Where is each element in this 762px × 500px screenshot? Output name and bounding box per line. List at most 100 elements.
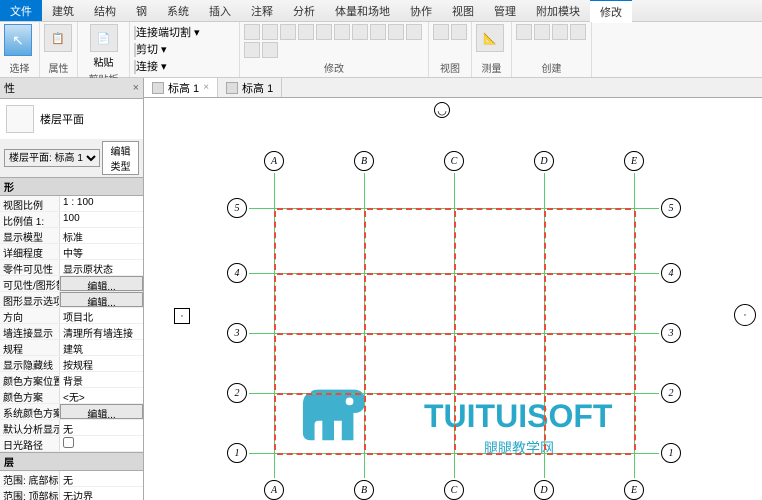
- rotate-icon[interactable]: [334, 24, 350, 40]
- prop-value[interactable]: 编辑...: [60, 276, 143, 291]
- tab-steel[interactable]: 钢: [126, 0, 157, 22]
- model-line-horizontal[interactable]: [277, 208, 361, 210]
- model-line-horizontal[interactable]: [367, 393, 451, 395]
- tab-addins[interactable]: 附加模块: [526, 0, 590, 22]
- grid-bubble-top[interactable]: B: [354, 151, 374, 171]
- instance-selector[interactable]: 楼层平面: 标高 1: [4, 149, 100, 167]
- create-icon1[interactable]: [516, 24, 532, 40]
- model-line-horizontal[interactable]: [457, 273, 541, 275]
- model-line-horizontal[interactable]: [367, 273, 451, 275]
- mirror-icon[interactable]: [280, 24, 296, 40]
- pin-icon[interactable]: [244, 42, 260, 58]
- file-menu[interactable]: 文件: [0, 0, 42, 21]
- model-line-horizontal[interactable]: [277, 273, 361, 275]
- model-line-vertical[interactable]: [274, 396, 276, 450]
- grid-bubble-bottom[interactable]: D: [534, 480, 554, 500]
- close-tab-icon[interactable]: ×: [203, 82, 209, 93]
- model-line-horizontal[interactable]: [457, 453, 541, 455]
- grid-bubble-left[interactable]: 3: [227, 323, 247, 343]
- grid-bubble-bottom[interactable]: A: [264, 480, 284, 500]
- grid-bubble-top[interactable]: E: [624, 151, 644, 171]
- tab-view[interactable]: 视图: [442, 0, 484, 22]
- join-button[interactable]: 连接 ▾: [134, 58, 235, 74]
- model-line-horizontal[interactable]: [547, 208, 631, 210]
- elevation-marker-north[interactable]: ◡: [434, 102, 450, 118]
- model-line-vertical[interactable]: [634, 336, 636, 390]
- array-icon[interactable]: [388, 24, 404, 40]
- model-line-vertical[interactable]: [364, 396, 366, 450]
- delete-icon[interactable]: [262, 42, 278, 58]
- prop-value[interactable]: 1 : 100: [60, 196, 143, 211]
- model-line-horizontal[interactable]: [277, 333, 361, 335]
- measure-icon[interactable]: 📐: [476, 24, 504, 52]
- model-line-horizontal[interactable]: [547, 393, 631, 395]
- prop-value[interactable]: 100: [60, 212, 143, 227]
- cope-button[interactable]: 连接端切割 ▾: [134, 24, 235, 40]
- tab-manage[interactable]: 管理: [484, 0, 526, 22]
- model-line-vertical[interactable]: [364, 336, 366, 390]
- grid-bubble-right[interactable]: 1: [661, 443, 681, 463]
- tab-architecture[interactable]: 建筑: [42, 0, 84, 22]
- type-selector-row[interactable]: 楼层平面: [0, 99, 143, 139]
- model-line-vertical[interactable]: [454, 211, 456, 270]
- model-line-vertical[interactable]: [544, 336, 546, 390]
- prop-value[interactable]: 项目北: [60, 308, 143, 323]
- prop-value[interactable]: 无: [60, 420, 143, 435]
- prop-value[interactable]: [60, 436, 143, 451]
- grid-bubble-bottom[interactable]: B: [354, 480, 374, 500]
- align-icon[interactable]: [244, 24, 260, 40]
- panel-close-icon[interactable]: ×: [133, 82, 139, 94]
- view-icon2[interactable]: [451, 24, 467, 40]
- grid-bubble-left[interactable]: 4: [227, 263, 247, 283]
- prop-section-header[interactable]: 形: [0, 177, 143, 196]
- tab-systems[interactable]: 系统: [157, 0, 199, 22]
- tab-analyze[interactable]: 分析: [283, 0, 325, 22]
- prop-value[interactable]: 清理所有墙连接: [60, 324, 143, 339]
- model-line-vertical[interactable]: [544, 211, 546, 270]
- create-icon3[interactable]: [552, 24, 568, 40]
- grid-bubble-top[interactable]: A: [264, 151, 284, 171]
- model-line-horizontal[interactable]: [277, 453, 361, 455]
- prop-value[interactable]: 背景: [60, 372, 143, 387]
- doc-tab-1[interactable]: 标高 1 ×: [144, 78, 218, 97]
- model-line-horizontal[interactable]: [367, 208, 451, 210]
- prop-value[interactable]: 无: [60, 471, 143, 486]
- grid-bubble-left[interactable]: 2: [227, 383, 247, 403]
- model-line-vertical[interactable]: [454, 336, 456, 390]
- model-line-horizontal[interactable]: [457, 333, 541, 335]
- model-line-vertical[interactable]: [634, 396, 636, 450]
- modify-tool-icon[interactable]: ↖: [4, 24, 32, 56]
- model-line-horizontal[interactable]: [367, 453, 451, 455]
- view-icon1[interactable]: [433, 24, 449, 40]
- tab-modify[interactable]: 修改: [590, 0, 632, 23]
- grid-bubble-bottom[interactable]: C: [444, 480, 464, 500]
- model-line-horizontal[interactable]: [277, 393, 361, 395]
- model-line-horizontal[interactable]: [457, 393, 541, 395]
- prop-value[interactable]: 编辑...: [60, 404, 143, 419]
- prop-value[interactable]: 标准: [60, 228, 143, 243]
- grid-bubble-top[interactable]: D: [534, 151, 554, 171]
- model-line-horizontal[interactable]: [547, 273, 631, 275]
- drawing-canvas[interactable]: ◡ · · TUITUISOFT 腿腿教学网 AABBCCDDEE5544332…: [144, 98, 762, 500]
- model-line-vertical[interactable]: [634, 211, 636, 270]
- scale-icon[interactable]: [406, 24, 422, 40]
- elevation-marker-west[interactable]: ·: [174, 308, 190, 324]
- model-line-vertical[interactable]: [454, 396, 456, 450]
- prop-value[interactable]: 建筑: [60, 340, 143, 355]
- prop-value[interactable]: 中等: [60, 244, 143, 259]
- model-line-vertical[interactable]: [364, 276, 366, 330]
- grid-bubble-left[interactable]: 5: [227, 198, 247, 218]
- prop-value[interactable]: 按规程: [60, 356, 143, 371]
- trim-icon[interactable]: [352, 24, 368, 40]
- model-line-vertical[interactable]: [274, 276, 276, 330]
- prop-value[interactable]: 编辑...: [60, 292, 143, 307]
- edit-type-button[interactable]: 编辑类型: [102, 141, 139, 175]
- prop-value[interactable]: <无>: [60, 388, 143, 403]
- grid-bubble-right[interactable]: 3: [661, 323, 681, 343]
- model-line-horizontal[interactable]: [367, 333, 451, 335]
- grid-bubble-right[interactable]: 2: [661, 383, 681, 403]
- cut-button[interactable]: 剪切 ▾: [134, 41, 235, 57]
- tab-structure[interactable]: 结构: [84, 0, 126, 22]
- properties-grid[interactable]: 形视图比例1 : 100比例值 1:100显示模型标准详细程度中等零件可见性显示…: [0, 177, 143, 500]
- prop-value[interactable]: 显示原状态: [60, 260, 143, 275]
